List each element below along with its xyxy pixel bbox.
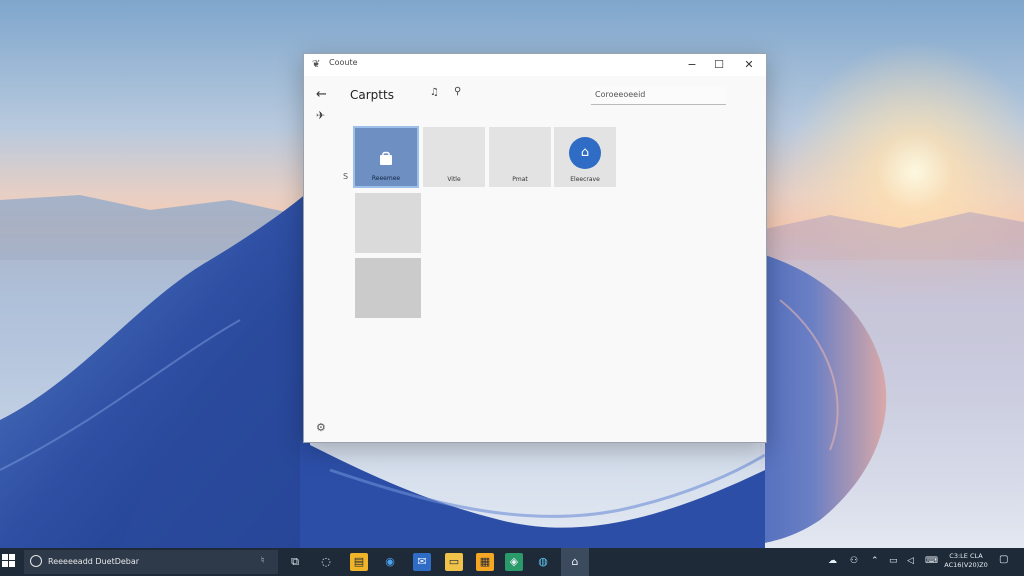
chevron-up-icon[interactable]: ⌃ — [871, 556, 879, 566]
keyboard-icon[interactable]: ⌨ — [925, 556, 938, 566]
people-icon[interactable]: ⚇ — [850, 556, 858, 566]
taskbar-search-box[interactable]: Reeeeeadd DuetDebar ♮ — [24, 550, 278, 574]
clock-time: C3:LE CLA — [949, 552, 983, 560]
folder-icon[interactable]: ▭ — [445, 553, 463, 571]
photos-icon[interactable]: ◍ — [534, 553, 552, 571]
store-icon[interactable]: ▦ — [476, 553, 494, 571]
network-icon[interactable]: ▭ — [889, 556, 898, 566]
search-input[interactable]: Coroeeoeeid — [591, 87, 726, 105]
maximize-button[interactable]: ☐ — [705, 54, 733, 76]
settings-icon[interactable]: ⚙ — [316, 421, 326, 434]
shopping-bag-icon — [380, 151, 392, 165]
maps-icon[interactable]: ◈ — [505, 553, 523, 571]
side-marker: S — [343, 172, 349, 181]
tile-pmat[interactable]: Pmat — [489, 127, 551, 187]
tile-label: Reeemee — [371, 175, 401, 182]
clock[interactable]: C3:LE CLA AC16(V20)Z0 — [944, 552, 988, 570]
title-bar[interactable]: ❦ Cooute − ☐ ✕ — [304, 54, 766, 76]
taskbar-mic-icon[interactable]: ♮ — [261, 556, 264, 566]
app-window[interactable]: ❦ Cooute − ☐ ✕ ← ✈ S ⚙ Carptts Coroeeoee… — [303, 53, 767, 443]
app-title: Cooute — [329, 58, 358, 67]
app-icon: ❦ — [312, 59, 321, 70]
taskbar-active-app[interactable]: ⌂ — [561, 548, 589, 576]
tile-blank[interactable] — [355, 193, 421, 253]
pin-icon[interactable]: ✈ — [316, 109, 325, 122]
notification-icon[interactable]: ▢ — [999, 554, 1008, 565]
tile-eleecrave[interactable]: ⌂ Eleecrave — [554, 127, 616, 187]
volume-icon[interactable]: ◁ — [907, 556, 914, 566]
cloud-icon[interactable]: ☁ — [828, 556, 837, 566]
tile-blank[interactable] — [355, 258, 421, 318]
file-explorer-icon[interactable]: ▤ — [350, 553, 368, 571]
tile-label: Vitle — [447, 176, 461, 183]
taskbar: Reeeeeadd DuetDebar ♮ ⧉ ◌ ▤ ◉ ✉ ▭ ▦ ◈ ◍ … — [0, 548, 1024, 576]
windows-start-icon[interactable] — [2, 554, 16, 568]
tile-vitle[interactable]: Vitle — [423, 127, 485, 187]
cortana-icon[interactable]: ◌ — [317, 553, 335, 571]
tile-label: Eleecrave — [570, 176, 600, 183]
mail-icon[interactable]: ✉ — [413, 553, 431, 571]
tile-label: Pmat — [512, 176, 528, 183]
mic-icon[interactable]: ♫ — [430, 87, 439, 98]
minimize-button[interactable]: − — [678, 54, 706, 76]
page-title: Carptts — [350, 88, 394, 102]
close-button[interactable]: ✕ — [735, 54, 763, 76]
store-active-icon: ⌂ — [571, 555, 579, 568]
clock-date: AC16(V20)Z0 — [944, 561, 988, 569]
taskbar-search-text[interactable]: Reeeeeadd DuetDebar — [48, 557, 139, 566]
tile-reeemee[interactable]: Reeemee — [353, 126, 419, 188]
edge-icon[interactable]: ◉ — [381, 553, 399, 571]
search-input-value[interactable]: Coroeeoeeid — [595, 90, 645, 99]
back-arrow-icon[interactable]: ← — [316, 87, 327, 102]
task-view-icon[interactable]: ⧉ — [286, 553, 304, 571]
cortana-circle-icon — [30, 555, 42, 567]
display-icon: ⌂ — [569, 137, 601, 169]
search-icon[interactable]: ⚲ — [454, 86, 461, 97]
